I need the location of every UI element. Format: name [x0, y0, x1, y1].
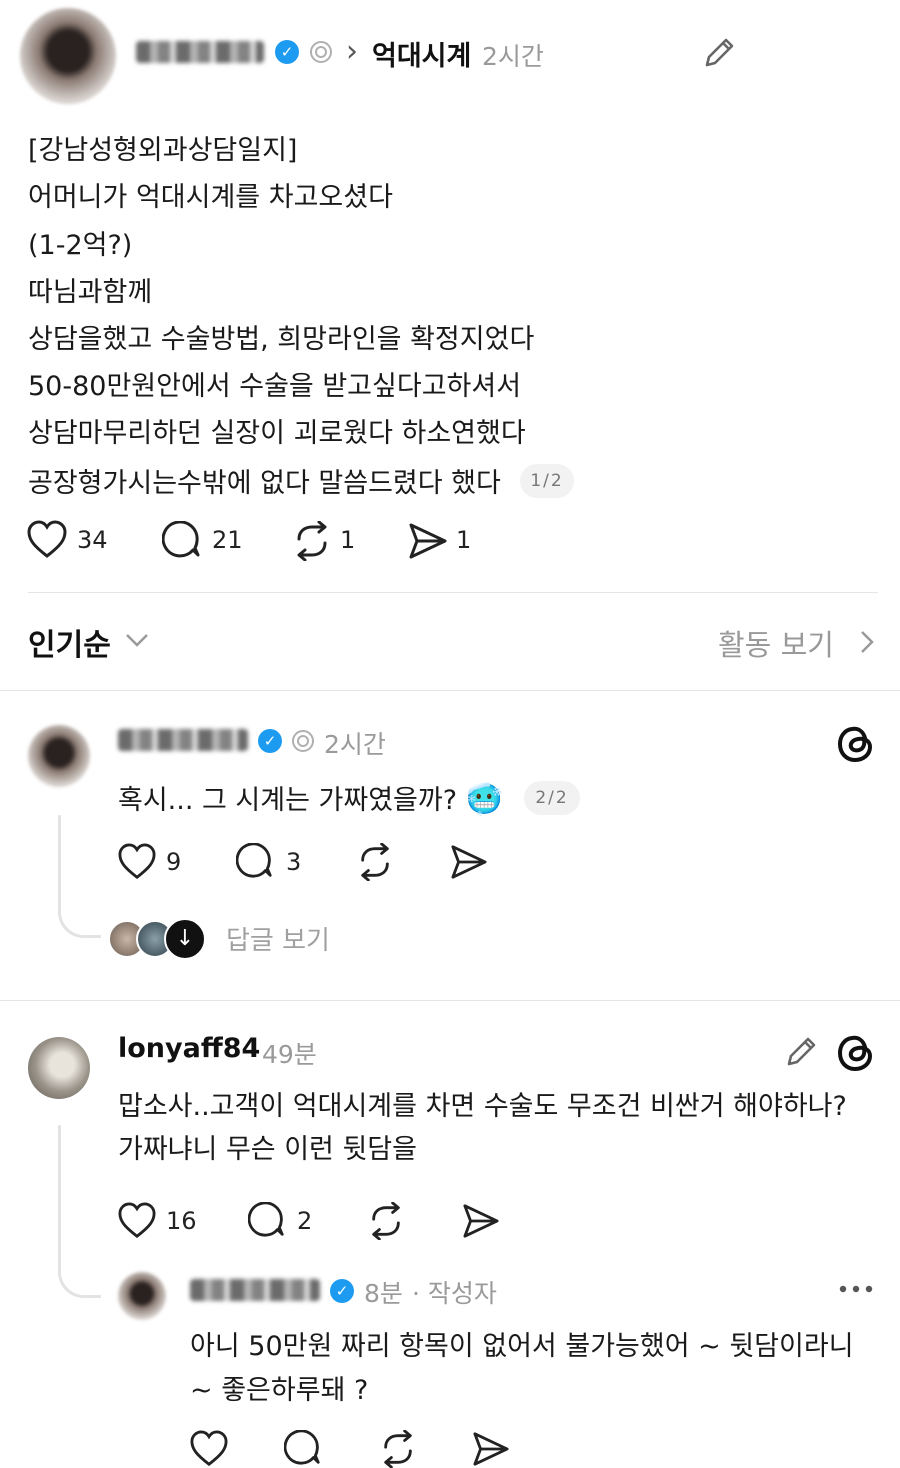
reply-time: 8분: [364, 1279, 403, 1308]
comment-count: 2: [297, 1207, 313, 1235]
emoji: 🥶: [465, 782, 504, 817]
like-count: 34: [77, 526, 108, 554]
page-indicator: 2/2: [524, 781, 580, 815]
heart-icon[interactable]: [26, 520, 68, 560]
author-username-blurred[interactable]: [136, 41, 264, 63]
reply-time: 49분: [262, 1040, 317, 1069]
reply-text-line: ~ 좋은하루돼 ?: [190, 1375, 369, 1406]
heart-icon[interactable]: [117, 843, 157, 881]
share-icon[interactable]: [408, 522, 448, 560]
reply-avatar[interactable]: [28, 725, 90, 787]
share-count: 1: [456, 526, 472, 554]
reply-text-content: 혹시... 그 시계는 가짜였을까?: [118, 785, 458, 816]
repost-icon[interactable]: [291, 521, 333, 561]
share-icon[interactable]: [450, 844, 488, 880]
divider: [0, 1000, 900, 1001]
repost-count: 1: [340, 526, 356, 554]
threads-status-icon: [291, 729, 315, 753]
sort-label: 인기순: [28, 628, 111, 663]
post-text-line: [강남성형외과상담일지]: [28, 135, 298, 166]
thread-connector-curve: [58, 1255, 101, 1298]
threads-logo-icon[interactable]: [834, 1031, 878, 1075]
reply-avatar[interactable]: [28, 1037, 90, 1099]
more-replies-icon[interactable]: ↓: [164, 918, 206, 960]
thread-connector-curve: [58, 895, 101, 938]
divider: [28, 592, 878, 593]
comment-icon[interactable]: [162, 521, 202, 561]
comment-icon[interactable]: [248, 1202, 286, 1240]
reply-username-blurred[interactable]: [190, 1279, 320, 1301]
author-avatar[interactable]: [20, 8, 116, 104]
verified-badge-icon: ✓: [258, 729, 282, 753]
chevron-right-icon: ›: [346, 34, 358, 69]
repost-icon[interactable]: [366, 1202, 406, 1240]
share-icon[interactable]: [462, 1203, 500, 1239]
author-tag: · 작성자: [412, 1279, 497, 1308]
post-text-line: 따님과함께: [28, 277, 153, 308]
reply-username-blurred[interactable]: [118, 729, 248, 751]
like-count: 9: [166, 848, 182, 876]
reply-text: 혹시... 그 시계는 가짜였을까? 🥶: [118, 778, 503, 817]
verified-badge-icon: ✓: [275, 40, 299, 64]
chevron-right-icon[interactable]: [858, 628, 876, 656]
reply-text-line: 맙소사..고객이 억대시계를 차면 수술도 무조건 비싼거 해야하나?: [118, 1091, 847, 1122]
divider: [0, 690, 900, 691]
share-icon[interactable]: [472, 1431, 510, 1467]
post-text-line: 공장형가시는수밖에 없다 말씀드렸다 했다: [28, 468, 501, 499]
reply-avatar[interactable]: [118, 1272, 166, 1320]
sort-dropdown[interactable]: 인기순: [28, 620, 111, 664]
page-indicator: 1/2: [520, 464, 574, 498]
activity-link[interactable]: 활동 보기: [718, 622, 834, 664]
more-options-icon[interactable]: [838, 1283, 874, 1295]
post-text-line: 상담마무리하던 실장이 괴로웠다 하소연했다: [28, 418, 526, 449]
like-count: 16: [166, 1207, 197, 1235]
comment-icon[interactable]: [236, 843, 274, 881]
chevron-down-icon[interactable]: [124, 630, 150, 650]
post-text-line: 어머니가 억대시계를 차고오셨다: [28, 182, 393, 213]
comment-icon[interactable]: [284, 1430, 322, 1468]
comment-count: 21: [212, 526, 243, 554]
threads-logo-icon[interactable]: [834, 722, 878, 766]
heart-icon[interactable]: [117, 1202, 157, 1240]
edit-pencil-icon[interactable]: [782, 1033, 820, 1071]
threads-status-icon: [309, 40, 333, 64]
edit-pencil-icon[interactable]: [700, 34, 738, 72]
reply-text-line: 아니 50만원 짜리 항목이 없어서 불가능했어 ~ 뒷담이라니: [190, 1331, 854, 1362]
view-replies-link[interactable]: 답글 보기: [226, 920, 330, 957]
verified-badge-icon: ✓: [330, 1279, 354, 1303]
topic-tag[interactable]: 억대시계: [372, 34, 471, 73]
post-text-line: 50-80만원안에서 수술을 받고싶다고하셔서: [28, 371, 522, 402]
post-time: 2시간: [482, 42, 544, 71]
repost-icon[interactable]: [355, 843, 395, 881]
post-text-line: 상담을했고 수술방법, 희망라인을 확정지었다: [28, 324, 535, 355]
reply-time: 2시간: [324, 730, 386, 759]
heart-icon[interactable]: [189, 1430, 229, 1468]
reply-text-line: 가짜냐니 무슨 이런 뒷담을: [118, 1134, 417, 1165]
reply-username[interactable]: lonyaff84: [118, 1033, 260, 1064]
post-text-line: (1-2억?): [28, 230, 133, 261]
repost-icon[interactable]: [378, 1430, 418, 1468]
thread-connector: [58, 1125, 61, 1275]
comment-count: 3: [286, 848, 302, 876]
